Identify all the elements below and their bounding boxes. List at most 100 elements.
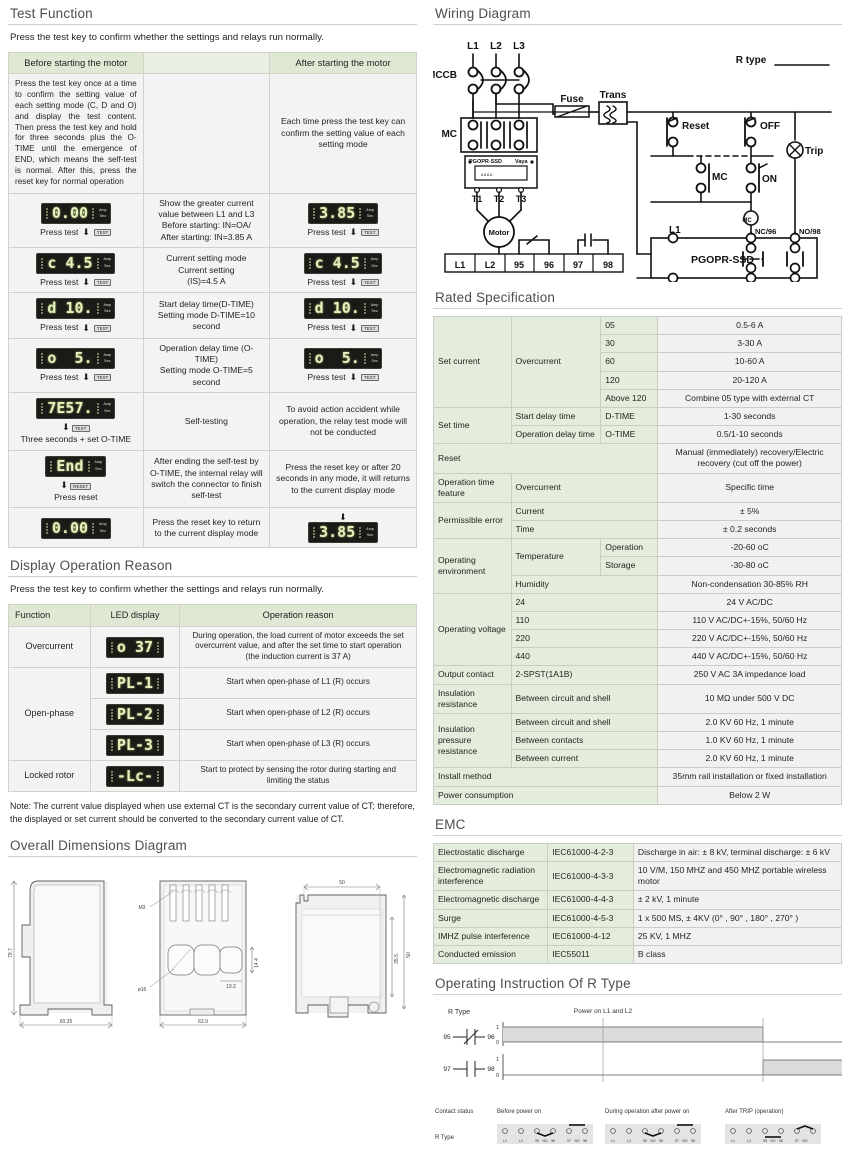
table-row: Electromagnetic discharge IEC61000-4-4-3… <box>432 890 843 910</box>
led-indicator-dots-left <box>110 739 114 751</box>
spec-code: Above 120 <box>600 388 659 408</box>
spec-value: 35mm rail installation or fixed installa… <box>657 767 842 787</box>
table-header-row: Function LED display Operation reason <box>8 604 417 627</box>
test-key-button[interactable]: TEST <box>361 229 379 237</box>
test-key-button[interactable]: TEST <box>72 425 90 433</box>
caption-text: Press test <box>307 227 346 238</box>
led-indicator-dots-left <box>40 403 44 415</box>
spec-label: Insulation resistance <box>433 683 512 714</box>
emc-name: Electromagnetic radiation interference <box>432 860 549 892</box>
terminal-label: 96 <box>779 1139 783 1143</box>
state-caption-3: After TRIP (operation) <box>725 1109 783 1115</box>
spec-label: Operating environment <box>433 538 512 594</box>
header-middle <box>142 51 271 75</box>
led-indicator-dots-left <box>308 303 312 315</box>
led-digits: o 37 <box>116 637 154 656</box>
led-digits: c 4.5 <box>47 254 93 272</box>
terminal-label: NO <box>542 1139 547 1143</box>
section-operating-instruction: Operating Instruction Of R Type R Type P… <box>433 976 842 1163</box>
table-row: d 10. Amp Sec Press test ⬇ TEST Start del <box>8 292 417 339</box>
led-indicator-dots-right <box>156 739 160 751</box>
section-title-display-operation-reason: Display Operation Reason <box>10 558 173 574</box>
terminal-label: 97 <box>567 1139 571 1143</box>
led-unit-labels: Amp Sec <box>370 352 379 364</box>
spec-value: 3-30 A <box>657 334 842 354</box>
emc-value: 25 KV, 1 MHZ <box>632 926 843 946</box>
caption-text: Press reset <box>54 492 98 503</box>
table-row: Set current Overcurrent 05 0.5-6 A <box>433 315 842 408</box>
led-indicator-dots-right <box>363 303 367 315</box>
spec-code: 30 <box>600 334 659 354</box>
label-fuse: Fuse <box>560 94 584 105</box>
row-description: Press the reset key to return to the cur… <box>142 507 271 549</box>
row-description: Show the greater current value between L… <box>142 192 271 249</box>
chart-rtype-label: R Type <box>448 1009 470 1016</box>
divider <box>8 24 417 25</box>
table-row: Output contact 2-SPST(1A1B) 250 V AC 3A … <box>433 665 842 685</box>
led-display: PL-2 <box>105 703 165 725</box>
section-display-operation-reason: Display Operation Reason Press the test … <box>8 558 417 825</box>
test-key-button[interactable]: TEST <box>361 324 379 332</box>
dim-hole-height: 14.4 <box>254 958 260 968</box>
function-name: Locked rotor <box>8 759 91 792</box>
table-row: 0.00 Amp Sec Press test ⬇ TEST Show the g <box>8 192 417 249</box>
led-digits: PL-2 <box>116 704 154 723</box>
test-key-button[interactable]: TEST <box>93 374 112 382</box>
section-rated-specification: Rated Specification Set current Overcurr… <box>432 290 842 805</box>
led-cell-right: ⬇ 3.85 Amp Sec <box>269 507 417 549</box>
test-key-button[interactable]: TEST <box>93 324 112 332</box>
led-caption: Press test ⬇ TEST <box>307 322 379 333</box>
table-row: 7E57. Amp Sec ⬇ TEST Three seconds + set … <box>8 392 417 451</box>
led-indicator-dots-left <box>40 303 44 315</box>
device-led-digits: 8.8.8.8. <box>481 173 493 177</box>
caption-text: Press test <box>40 227 79 238</box>
section-title-rated-specification: Rated Specification <box>435 290 556 305</box>
label-device-model: PGOPR-SSD <box>469 159 502 165</box>
caption-text: Press test <box>307 277 346 287</box>
section-title-wiring-diagram: Wiring Diagram <box>435 6 531 21</box>
reset-key-button[interactable]: RESET <box>70 482 92 490</box>
led-cell-left: 0.00 Amp Sec <box>8 507 144 549</box>
caption-text: Three seconds + set O-TIME <box>20 434 132 445</box>
spec-code: Storage <box>600 556 659 576</box>
led-display: End Amp Sec <box>45 455 107 477</box>
arrow-key-group: ⬇ RESET <box>60 480 92 491</box>
divider <box>433 24 842 25</box>
test-function-note: Press the test key to confirm whether th… <box>10 32 324 43</box>
test-key-button[interactable]: TEST <box>93 229 112 237</box>
spec-sublabel: Between circuit and shell <box>510 712 659 733</box>
test-key-button[interactable]: TEST <box>361 279 379 287</box>
emc-standard: IEC61000-4-5-3 <box>547 908 634 928</box>
led-cell-left: c 4.5 Amp Sec Press test ⬇ TEST <box>8 246 144 294</box>
state-block-1: L1 L2 95 NO 96 97 NO 98 <box>497 1124 593 1145</box>
table-row: Locked rotor -Lc- Start to protect by se… <box>8 759 417 792</box>
spec-sublabel: 2-SPST(1A1B) <box>510 665 659 685</box>
terminal-label: NO <box>770 1139 775 1143</box>
led-indicator-dots-right <box>91 208 95 220</box>
emc-name: Electromagnetic discharge <box>432 890 549 910</box>
spec-value: 2.0 KV 60 Hz, 1 minute <box>657 749 842 769</box>
spec-sublabel: Between circuit and shell <box>510 683 659 714</box>
emc-value: ± 2 kV, 1 minute <box>632 890 843 910</box>
arrow-down-icon: ⬇ <box>349 322 358 333</box>
terminal-label: L1 <box>503 1139 507 1143</box>
terminal-95: 95 <box>514 260 524 270</box>
spec-label: Insulation pressure resistance <box>433 712 512 769</box>
spec-sublabel: Temperature <box>510 538 602 576</box>
emc-standard: IEC61000-4-4-3 <box>547 890 634 910</box>
emc-name: Electrostatic discharge <box>432 842 549 862</box>
emc-standard: IEC61000-4-12 <box>547 926 634 946</box>
terminal-98: 98 <box>603 260 613 270</box>
terminal-label: NO <box>802 1139 807 1143</box>
test-key-button[interactable]: TEST <box>93 279 112 287</box>
spec-label: Output contact <box>433 665 512 685</box>
led-unit-labels: Amp Sec <box>99 207 107 219</box>
led-cell-left: End Amp Sec ⬇ RESET Press reset <box>8 449 144 509</box>
axis-lo-2: 0 <box>496 1073 499 1079</box>
test-key-button[interactable]: TEST <box>361 374 379 382</box>
terminal-label: 96 <box>659 1139 663 1143</box>
label-nc95: NC/95 <box>755 281 776 282</box>
label-mccb: MCCB <box>433 70 457 81</box>
led-display: o 5. Amp Sec <box>36 348 116 370</box>
spec-code: 120 <box>600 370 659 390</box>
